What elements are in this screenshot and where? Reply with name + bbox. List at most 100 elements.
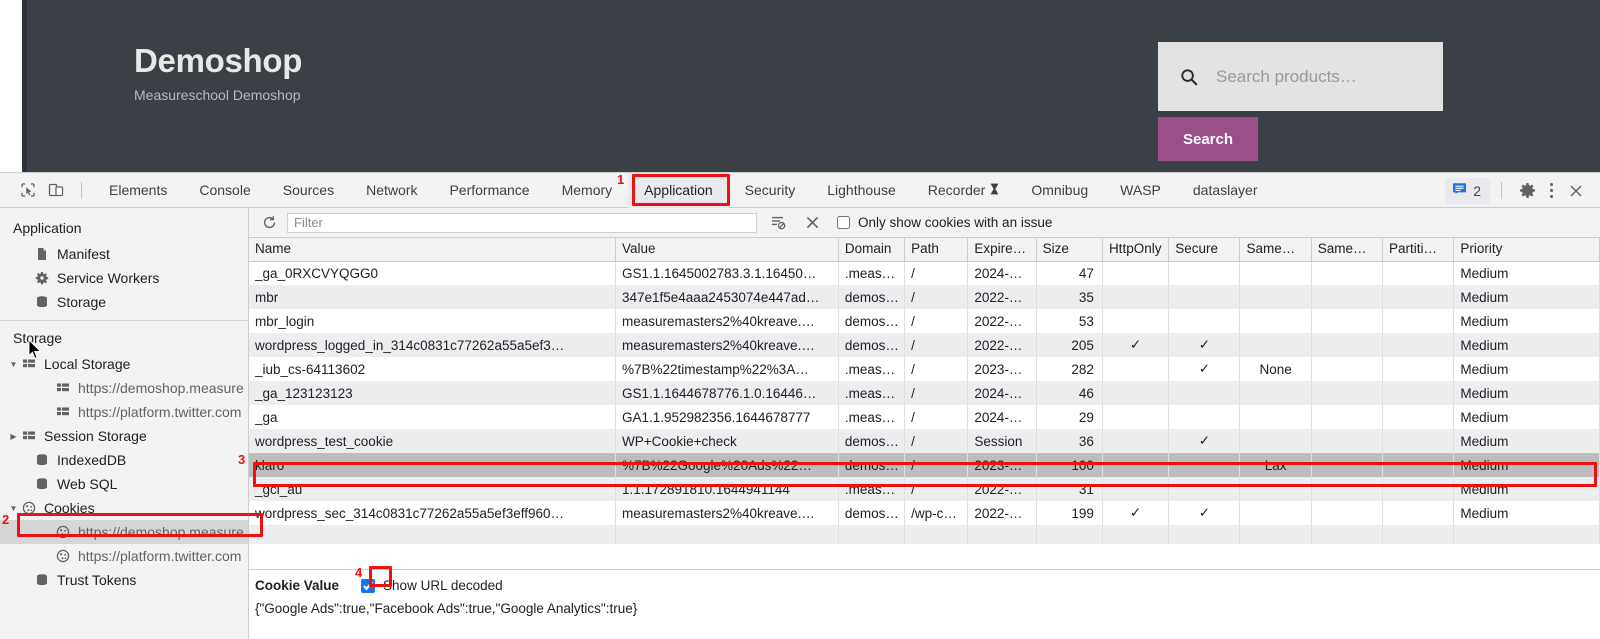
kebab-menu-icon[interactable]: [1541, 179, 1562, 202]
search-box[interactable]: [1158, 42, 1443, 111]
tab-label: Omnibug: [1031, 181, 1089, 198]
table-row[interactable]: _ga_0RXCVYQGG0 GS1.1.1645002783.3.1.16450…: [249, 261, 1600, 285]
inspect-element-icon[interactable]: [14, 177, 42, 203]
column-header-size[interactable]: Size: [1036, 238, 1103, 262]
only-issues-checkbox-row[interactable]: Only show cookies with an issue: [837, 215, 1052, 230]
column-header-partiti[interactable]: Partiti…: [1382, 238, 1455, 262]
table-row[interactable]: wordpress_sec_314c0831c77262a55a5ef3eff9…: [249, 501, 1600, 525]
sidebar-item-https-demoshop-measure[interactable]: https://demoshop.measure: [0, 376, 248, 400]
column-header-same[interactable]: Same…: [1311, 238, 1384, 262]
tab-label: Sources: [282, 181, 335, 198]
only-issues-checkbox[interactable]: [837, 216, 850, 229]
cell-name: _gcl_au: [249, 477, 616, 501]
cell-priority: Medium: [1453, 333, 1600, 357]
tab-elements[interactable]: Elements: [93, 173, 183, 208]
cell-priority: Medium: [1453, 285, 1600, 309]
table-row[interactable]: _gcl_au 1.1.172891810.1644941144 .meas…/20…: [249, 477, 1600, 501]
tab-dataslayer[interactable]: dataslayer: [1177, 173, 1274, 208]
device-toolbar-icon[interactable]: [42, 177, 70, 203]
column-header-value[interactable]: Value: [615, 238, 839, 262]
cell-domain: .meas…: [838, 261, 906, 285]
clear-filtered-cookies-icon[interactable]: [765, 211, 791, 235]
column-header-priority[interactable]: Priority: [1453, 238, 1600, 262]
tab-performance[interactable]: Performance: [433, 173, 545, 208]
column-header-path[interactable]: Path: [904, 238, 969, 262]
tab-recorder[interactable]: Recorder: [912, 173, 1016, 208]
column-header-expire[interactable]: Expire…: [967, 238, 1037, 262]
cell-samesite: [1239, 381, 1312, 405]
cell-samesite: [1239, 501, 1312, 525]
sidebar-item-service-workers[interactable]: Service Workers: [0, 266, 248, 290]
cookies-table-scroll[interactable]: Name Value Domain Path Expire… Size HttpOnly Se…: [249, 238, 1600, 544]
document-icon: [33, 247, 50, 261]
cell-samesite: [1239, 309, 1312, 333]
search-button[interactable]: Search: [1158, 117, 1258, 161]
tab-network[interactable]: Network: [350, 173, 433, 208]
tab-console[interactable]: Console: [183, 173, 266, 208]
cell-domain: demos…: [838, 429, 906, 453]
table-row[interactable]: mbr 347e1f5e4aaa2453074e447ad… demos…/2022…: [249, 285, 1600, 309]
table-row[interactable]: _iub_cs-64113602 %7B%22timestamp%22%3A… .m…: [249, 357, 1600, 381]
column-header-httponly[interactable]: HttpOnly: [1102, 238, 1170, 262]
cell-expires: 2024-…: [967, 405, 1037, 429]
sidebar-item-https-platform-twitter-com[interactable]: https://platform.twitter.com: [0, 400, 248, 424]
cell-priority: Medium: [1453, 357, 1600, 381]
table-row[interactable]: mbr_login measuremasters2%40kreave.… demos…: [249, 309, 1600, 333]
issues-badge[interactable]: 2: [1445, 177, 1490, 204]
column-header-same[interactable]: Same…: [1239, 238, 1312, 262]
tab-sources[interactable]: Sources: [267, 173, 350, 208]
tab-label: Elements: [109, 181, 168, 198]
sidebar-item-https-demoshop-measure[interactable]: https://demoshop.measure: [0, 520, 248, 544]
tab-omnibug[interactable]: Omnibug: [1015, 173, 1104, 208]
cell-value: %7B%22Google%20Ads%22…: [615, 453, 839, 477]
cell-httponly: ✓: [1102, 501, 1170, 525]
cell-size: 35: [1036, 285, 1103, 309]
show-url-decoded-row[interactable]: Show URL decoded: [361, 578, 503, 593]
tab-application[interactable]: Application: [628, 172, 729, 208]
refresh-icon[interactable]: [257, 211, 281, 235]
sidebar-item-storage[interactable]: Storage: [0, 290, 248, 314]
cookies-table: Name Value Domain Path Expire… Size HttpOnly Se…: [249, 238, 1600, 544]
sidebar-item-cookies[interactable]: ▼ Cookies: [0, 496, 248, 520]
cell-httponly: [1102, 405, 1170, 429]
filter-input[interactable]: [287, 212, 757, 233]
devtools-toolbar: Elements Console Sources Network Performance…: [0, 172, 1600, 208]
sidebar-item-trust-tokens[interactable]: Trust Tokens: [0, 568, 248, 592]
site-subtitle: Measureschool Demoshop: [134, 87, 301, 103]
cell-sameparty: [1311, 453, 1384, 477]
column-header-secure[interactable]: Secure: [1168, 238, 1241, 262]
table-row[interactable]: _ga_123123123 GS1.1.1644678776.1.0.16446……: [249, 381, 1600, 405]
cell-size: 36: [1036, 429, 1103, 453]
table-row[interactable]: _ga GA1.1.952982356.1644678777 .meas…/2024…: [249, 405, 1600, 429]
sidebar-item-indexeddb[interactable]: IndexedDB: [0, 448, 248, 472]
sidebar-item-web-sql[interactable]: Web SQL: [0, 472, 248, 496]
table-row[interactable]: klaro %7B%22Google%20Ads%22… demos…/2023-……: [249, 453, 1600, 477]
tab-lighthouse[interactable]: Lighthouse: [811, 173, 912, 208]
cell-secure: ✓: [1168, 429, 1241, 453]
gear-icon[interactable]: [1513, 178, 1541, 204]
table-row[interactable]: wordpress_logged_in_314c0831c77262a55a5e…: [249, 333, 1600, 357]
sidebar-section-title-application: Application: [13, 220, 82, 236]
close-icon[interactable]: [1562, 178, 1590, 204]
sidebar-item-label: https://demoshop.measure: [78, 380, 244, 396]
sidebar-item-https-platform-twitter-com[interactable]: https://platform.twitter.com: [0, 544, 248, 568]
database-icon: [33, 477, 50, 491]
clear-all-cookies-icon[interactable]: [799, 211, 825, 235]
sidebar-item-session-storage[interactable]: ▶ Session Storage: [0, 424, 248, 448]
toolbar-divider-right: [1501, 182, 1502, 199]
sidebar-item-manifest[interactable]: Manifest: [0, 242, 248, 266]
table-row[interactable]: wordpress_test_cookie WP+Cookie+check demo…: [249, 429, 1600, 453]
cell-domain: demos…: [838, 453, 906, 477]
search-input[interactable]: [1216, 66, 1431, 87]
show-url-decoded-checkbox[interactable]: [361, 578, 376, 593]
tab-memory[interactable]: Memory: [546, 173, 629, 208]
cell-value: measuremasters2%40kreave.…: [615, 309, 839, 333]
column-header-name[interactable]: Name: [249, 238, 616, 262]
tab-security[interactable]: Security: [729, 173, 812, 208]
column-header-domain[interactable]: Domain: [838, 238, 906, 262]
database-icon: [33, 573, 50, 587]
tab-wasp[interactable]: WASP: [1104, 173, 1177, 208]
table-icon: [20, 429, 37, 443]
cell-samesite: Lax: [1239, 453, 1312, 477]
cell-sameparty: [1311, 309, 1384, 333]
